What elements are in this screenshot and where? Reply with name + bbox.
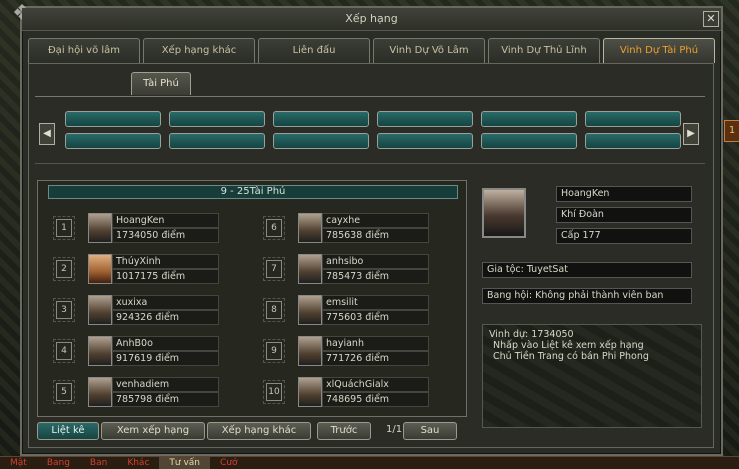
tab-content: Tài Phú ◀ ▶ 9 - 25Tài Phú 1 HoangKen 173… [28, 63, 714, 448]
category-slot[interactable] [169, 111, 265, 127]
player-name: xuxixa [112, 295, 219, 310]
rank-number: 8 [263, 298, 285, 322]
channel-tu-van[interactable]: Tư vấn [159, 457, 211, 469]
player-name: hayianh [322, 336, 429, 351]
player-score: 775603 điểm [322, 310, 429, 325]
player-avatar [88, 336, 112, 366]
tab-vinh-du-vo-lam[interactable]: Vinh Dự Võ Lâm [373, 38, 485, 63]
player-avatar [88, 213, 112, 243]
ranking-list: 9 - 25Tài Phú 1 HoangKen 1734050 điểm 2 … [37, 180, 467, 417]
channel-mat[interactable]: Mật [0, 457, 37, 469]
player-score: 771726 điểm [322, 351, 429, 366]
rank-number: 9 [263, 339, 285, 363]
category-slot[interactable] [65, 133, 161, 149]
tab-xep-hang-khac[interactable]: Xếp hạng khác [143, 38, 255, 63]
category-slot[interactable] [377, 133, 473, 149]
player-name: HoangKen [112, 213, 219, 228]
rank-number: 5 [53, 380, 75, 404]
tab-vinh-du-thu-linh[interactable]: Vinh Dự Thủ Lĩnh [488, 38, 600, 63]
rank-number: 1 [53, 216, 75, 240]
next-page-button[interactable]: Sau [403, 422, 457, 440]
category-slot[interactable] [377, 111, 473, 127]
player-score: 748695 điểm [322, 392, 429, 407]
selected-player-avatar [482, 188, 526, 238]
selected-player-family: Gia tộc: TuyetSat [482, 262, 692, 278]
slot-grid [65, 111, 681, 149]
rank-number: 6 [263, 216, 285, 240]
channel-bang[interactable]: Bang [37, 457, 80, 469]
player-score: 924326 điểm [112, 310, 219, 325]
rank-number: 10 [263, 380, 285, 404]
player-name: AnhB0o [112, 336, 219, 351]
rank-number: 2 [53, 257, 75, 281]
player-avatar [298, 336, 322, 366]
other-rank-button[interactable]: Xếp hạng khác [207, 422, 311, 440]
player-avatar [88, 295, 112, 325]
player-avatar [298, 295, 322, 325]
player-score: 785798 điểm [112, 392, 219, 407]
player-name: venhadiem [112, 377, 219, 392]
rank-number: 7 [263, 257, 285, 281]
tab-vinh-du-tai-phu[interactable]: Vinh Dự Tài Phú [603, 38, 715, 63]
player-avatar [298, 213, 322, 243]
player-name: xlQuáchGialx [322, 377, 429, 392]
selected-player-guild: Bang hội: Không phải thành viên ban [482, 288, 692, 304]
category-slot[interactable] [585, 133, 681, 149]
player-avatar [88, 254, 112, 284]
player-detail-panel: HoangKen Khí Đoàn Cấp 177 Gia tộc: Tuyet… [476, 180, 708, 440]
player-name: anhsibo [322, 254, 429, 269]
category-slot[interactable] [273, 111, 369, 127]
close-button[interactable]: ✕ [703, 11, 719, 27]
honor-info-box: Vinh dự: 1734050 Nhấp vào Liệt kê xem xế… [482, 324, 702, 428]
player-name: cayxhe [322, 213, 429, 228]
prev-page-button[interactable]: Trước [317, 422, 371, 440]
player-score: 1017175 điểm [112, 269, 219, 284]
chat-channel-bar: Mật Bang Ban Khác Tư vấn Cướ [0, 456, 739, 469]
tab-lien-dau[interactable]: Liên đấu [258, 38, 370, 63]
player-score: 917619 điểm [112, 351, 219, 366]
player-name: ThúyXinh [112, 254, 219, 269]
slots-prev-button[interactable]: ◀ [39, 123, 55, 145]
channel-cuo[interactable]: Cướ [210, 457, 248, 469]
player-name: emsilit [322, 295, 429, 310]
page-indicator: 1/1 [386, 424, 403, 435]
side-chip[interactable]: 1 [724, 120, 739, 142]
channel-ban[interactable]: Ban [80, 457, 117, 469]
ranking-header: 9 - 25Tài Phú [48, 185, 458, 199]
category-slot[interactable] [273, 133, 369, 149]
selected-player-title: Khí Đoàn [556, 207, 692, 223]
honor-value: Vinh dự: 1734050 [489, 329, 574, 340]
window-title: Xếp hạng [22, 8, 721, 31]
selected-player-name: HoangKen [556, 186, 692, 202]
list-button[interactable]: Liệt kê [37, 422, 99, 440]
category-slot-panel: ◀ ▶ [35, 96, 705, 164]
rank-number: 3 [53, 298, 75, 322]
hint-line-2: Chủ Tiền Trang có bán Phi Phong [493, 351, 649, 362]
category-slot[interactable] [585, 111, 681, 127]
channel-khac[interactable]: Khác [117, 457, 159, 469]
view-rank-button[interactable]: Xem xếp hạng [101, 422, 205, 440]
slots-next-button[interactable]: ▶ [683, 123, 699, 145]
player-avatar [88, 377, 112, 407]
hint-line-1: Nhấp vào Liệt kê xem xếp hạng [493, 340, 644, 351]
category-slot[interactable] [481, 133, 577, 149]
player-score: 785473 điểm [322, 269, 429, 284]
player-avatar [298, 377, 322, 407]
rank-number: 4 [53, 339, 75, 363]
player-score: 785638 điểm [322, 228, 429, 243]
player-score: 1734050 điểm [112, 228, 219, 243]
main-tabs: Đại hội võ lâm Xếp hạng khác Liên đấu Vi… [28, 38, 715, 63]
category-slot[interactable] [65, 111, 161, 127]
player-avatar [298, 254, 322, 284]
category-slot[interactable] [481, 111, 577, 127]
ranking-window: ❖ Xếp hạng ✕ Đại hội võ lâm Xếp hạng khá… [12, 1, 723, 456]
selected-player-level: Cấp 177 [556, 228, 692, 244]
bottom-button-bar: Liệt kê Xem xếp hạng Xếp hạng khác Trước… [37, 422, 707, 442]
subtab-tai-phu[interactable]: Tài Phú [131, 72, 191, 95]
category-slot[interactable] [169, 133, 265, 149]
tab-dai-hoi-vo-lam[interactable]: Đại hội võ lâm [28, 38, 140, 63]
